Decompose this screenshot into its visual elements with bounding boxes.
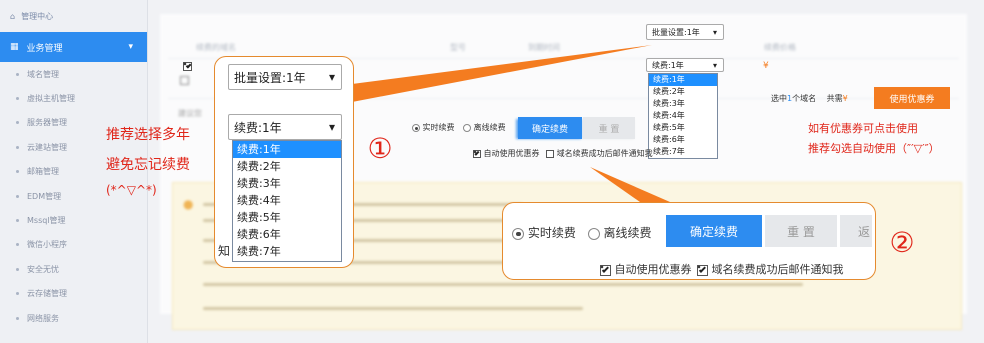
notify-checkbox[interactable] — [697, 264, 708, 276]
confirm-renew-button[interactable]: 确定续费 — [666, 215, 762, 247]
radio-dot — [516, 231, 521, 237]
dropdown-option[interactable]: 续费:5年 — [233, 209, 341, 226]
caret-down-icon: ▾ — [328, 120, 335, 134]
payment-options: 实时续费 离线续费 — [512, 224, 652, 241]
realtime-label: 实时续费 — [527, 226, 576, 240]
dropdown-option[interactable]: 续费:7年 — [233, 243, 341, 260]
auto-coupon-label: 自动使用优惠券 — [614, 263, 692, 276]
checkmark-icon — [699, 265, 707, 273]
checkmark-icon — [602, 265, 610, 273]
step-2-marker: ② — [889, 225, 915, 259]
annotation-left-1: 推荐选择多年 — [106, 127, 190, 143]
realtime-radio[interactable] — [512, 227, 524, 240]
dropdown-option[interactable]: 续费:6年 — [233, 226, 341, 243]
dropdown-option[interactable]: 续费:1年 — [233, 141, 341, 158]
dropdown-option[interactable]: 续费:3年 — [233, 175, 341, 192]
annotation-left-2: 避免忘记续费 — [106, 157, 190, 173]
back-button[interactable]: 返 — [840, 215, 872, 247]
reset-button[interactable]: 重 置 — [765, 215, 837, 247]
notify-label: 域名续费成功后邮件通知我 — [711, 263, 844, 276]
dropdown-option[interactable]: 续费:2年 — [233, 158, 341, 175]
callout-renew-select[interactable]: 续费:1年 ▾ — [228, 114, 342, 140]
annotation-right-1: 如有优惠券可点击使用 — [808, 122, 918, 135]
caret-down-icon: ▾ — [328, 70, 335, 84]
overflow-text: 知 — [218, 244, 231, 258]
annotation-left-3: (*^▽^*) — [106, 183, 157, 197]
offline-label: 离线续费 — [603, 226, 652, 240]
callout-renew-select-value: 续费:1年 — [234, 120, 282, 135]
dropdown-option[interactable]: 续费:4年 — [233, 192, 341, 209]
callout-batch-select[interactable]: 批量设置:1年 ▾ — [228, 64, 342, 90]
auto-coupon-checkbox[interactable] — [600, 264, 611, 276]
annotation-right-2: 推荐勾选自动使用（″′▽′″） — [808, 142, 940, 155]
offline-radio[interactable] — [587, 227, 600, 240]
checkbox-row: 自动使用优惠券 域名续费成功后邮件通知我 — [600, 261, 844, 277]
step-1-marker: ① — [367, 131, 393, 165]
callout-batch-select-value: 批量设置:1年 — [234, 70, 306, 85]
pointer-arrow-1 — [352, 45, 652, 102]
renew-dropdown-large: 续费:1年 续费:2年 续费:3年 续费:4年 续费:5年 续费:6年 续费:7年 — [232, 140, 342, 262]
pointer-arrow-2 — [590, 167, 670, 202]
